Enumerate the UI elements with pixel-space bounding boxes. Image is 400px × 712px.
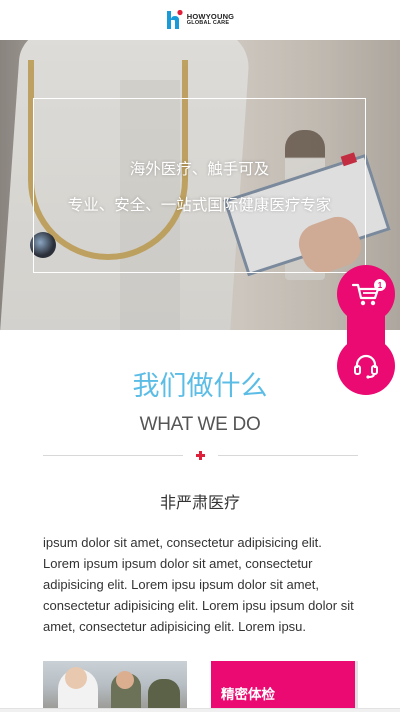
divider-right	[218, 455, 358, 456]
logo-line2: GLOBAL CARE	[186, 20, 230, 27]
h-logo-icon	[166, 9, 183, 29]
divider-left	[43, 455, 183, 456]
card-person-2-head	[116, 671, 134, 689]
hero-slogan-line1: 海外医疗、触手可及	[129, 159, 270, 178]
card-shadow	[355, 661, 358, 712]
section-title-cn: 我们做什么	[132, 371, 268, 402]
cart-count-badge: 1	[374, 279, 386, 291]
card-person-1-head	[65, 667, 87, 689]
header: HOWYOUNG GLOBAL CARE	[0, 0, 400, 40]
section-title-en: WHAT WE DO	[139, 414, 261, 435]
logo[interactable]: HOWYOUNG GLOBAL CARE	[166, 9, 234, 31]
checkup-card[interactable]: 精密体检	[211, 661, 355, 712]
hero-text-frame: 海外医疗、触手可及 专业、安全、一站式国际健康医疗专家	[33, 98, 366, 273]
checkup-card-label: 精密体检	[221, 687, 275, 703]
logo-text: HOWYOUNG GLOBAL CARE	[187, 13, 234, 27]
hero-slogan-line2: 专业、安全、一站式国际健康医疗专家	[67, 195, 332, 214]
service-subtitle: 非严肃医疗	[159, 493, 240, 512]
service-description: ipsum dolor sit amet, consectetur adipis…	[43, 535, 354, 634]
medical-cross-icon	[196, 451, 205, 460]
cart-button[interactable]: 1	[337, 265, 395, 323]
checkup-card-image[interactable]	[43, 661, 187, 712]
bottom-bar	[0, 708, 400, 712]
